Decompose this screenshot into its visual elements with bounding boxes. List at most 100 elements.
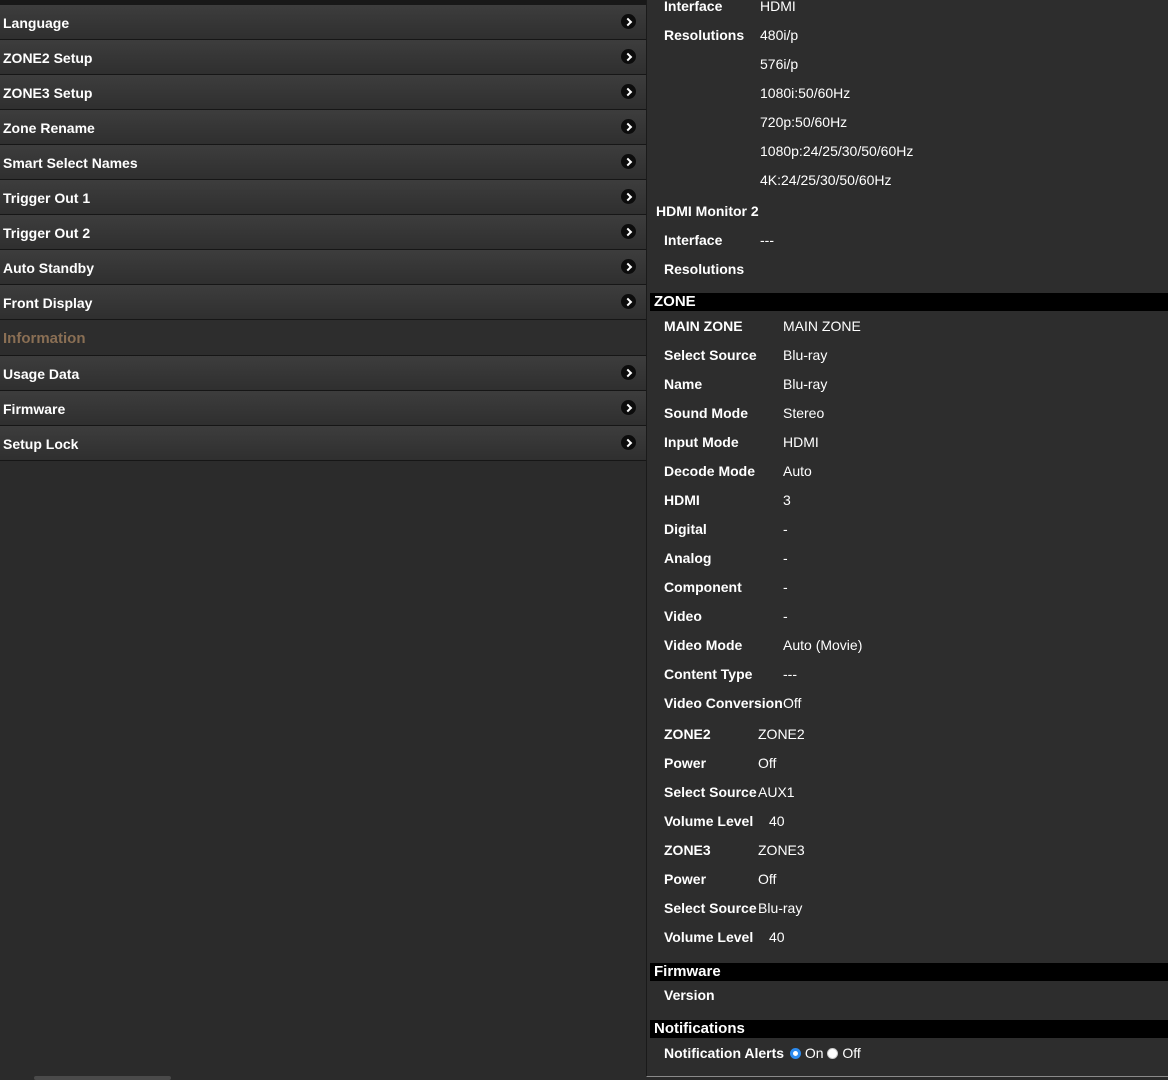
menu-item-auto-standby[interactable]: Auto Standby (0, 250, 646, 285)
info-key: Volume Level (664, 929, 754, 945)
menu-item-label: Front Display (3, 295, 93, 311)
info-value: ZONE3 (758, 842, 805, 858)
info-value: 1080i:50/60Hz (760, 85, 851, 101)
setup-menu: Language ZONE2 Setup ZONE3 Setup Zone Re… (0, 0, 646, 1080)
info-key: HDMI (664, 492, 700, 508)
chevron-right-icon (621, 14, 636, 29)
chevron-right-icon (621, 365, 636, 380)
info-key: Component (664, 579, 742, 595)
info-value: 40 (769, 929, 785, 945)
chevron-right-icon (621, 224, 636, 239)
menu-item-front-display[interactable]: Front Display (0, 285, 646, 320)
zone-section-bar: ZONE (650, 293, 1168, 311)
info-value: HDMI (783, 434, 819, 450)
info-value: Auto (Movie) (783, 637, 863, 653)
info-value: Blu-ray (758, 900, 803, 916)
info-value: Off (758, 871, 777, 887)
chevron-right-icon (621, 84, 636, 99)
menu-item-label: Usage Data (3, 366, 80, 382)
info-value: 3 (783, 492, 791, 508)
chevron-right-icon (621, 154, 636, 169)
menu-item-zone3-setup[interactable]: ZONE3 Setup (0, 75, 646, 110)
info-key: Digital (664, 521, 707, 537)
menu-item-label: ZONE3 Setup (3, 85, 93, 101)
info-key: Power (664, 755, 707, 771)
section-title: Firmware (654, 963, 721, 980)
info-key: Video Mode (664, 637, 743, 653)
info-value: ZONE2 (758, 726, 805, 742)
info-key: Analog (664, 550, 712, 566)
info-key: MAIN ZONE (664, 318, 743, 334)
menu-item-zone2-setup[interactable]: ZONE2 Setup (0, 40, 646, 75)
info-key: Select Source (664, 784, 757, 800)
menu-item-label: Smart Select Names (3, 155, 138, 171)
chevron-right-icon (621, 400, 636, 415)
info-value: Off (783, 695, 802, 711)
info-key: Resolutions (664, 261, 745, 277)
menu-item-firmware[interactable]: Firmware (0, 391, 646, 426)
chevron-right-icon (621, 294, 636, 309)
menu-item-label: Auto Standby (3, 260, 94, 276)
menu-item-language[interactable]: Language (0, 5, 646, 40)
chevron-right-icon (621, 189, 636, 204)
menu-item-smart-select-names[interactable]: Smart Select Names (0, 145, 646, 180)
info-value: Blu-ray (783, 376, 828, 392)
info-value: - (783, 550, 788, 566)
info-key: Content Type (664, 666, 753, 682)
horizontal-scrollbar[interactable] (34, 1076, 171, 1080)
info-key: Resolutions (664, 27, 745, 43)
info-key: Version (664, 987, 715, 1003)
info-value: 4K:24/25/30/50/60Hz (760, 172, 892, 188)
usage-data-panel: Interface HDMI Resolutions 480i/p 576i/p… (646, 0, 1168, 1077)
menu-item-label: Language (3, 15, 70, 31)
menu-item-trigger-out-2[interactable]: Trigger Out 2 (0, 215, 646, 250)
menu-item-label: ZONE2 Setup (3, 50, 93, 66)
notifications-on-radio[interactable] (790, 1048, 801, 1059)
info-value: - (783, 521, 788, 537)
menu-item-label: Setup Lock (3, 436, 79, 452)
info-key: Input Mode (664, 434, 739, 450)
info-value: 720p:50/60Hz (760, 114, 848, 130)
info-key: Select Source (664, 347, 757, 363)
info-key: Interface (664, 0, 723, 14)
notifications-off-radio[interactable] (827, 1048, 839, 1059)
info-key: Sound Mode (664, 405, 748, 421)
info-value: 576i/p (760, 56, 799, 72)
menu-item-label: Firmware (3, 401, 66, 417)
info-value: Off (758, 755, 777, 771)
radio-off-label: Off (842, 1045, 861, 1061)
firmware-section-bar: Firmware (650, 963, 1168, 981)
section-title: ZONE (654, 293, 696, 310)
chevron-right-icon (621, 259, 636, 274)
info-value: AUX1 (758, 784, 795, 800)
info-key: Notification Alerts (664, 1045, 785, 1061)
section-header-label: Information (3, 330, 86, 347)
info-key: Interface (664, 232, 723, 248)
menu-item-usage-data[interactable]: Usage Data (0, 356, 646, 391)
info-value: Stereo (783, 405, 825, 421)
menu-item-label: Zone Rename (3, 120, 95, 136)
info-value: HDMI (760, 0, 796, 14)
info-key: Power (664, 871, 707, 887)
info-key: Video Conversion (664, 695, 783, 711)
menu-item-trigger-out-1[interactable]: Trigger Out 1 (0, 180, 646, 215)
info-key: ZONE2 (664, 726, 711, 742)
info-key: Select Source (664, 900, 757, 916)
radio-on-label: On (804, 1045, 824, 1061)
section-title: Notifications (654, 1020, 745, 1037)
notification-alerts-options: On Off (790, 1043, 861, 1063)
info-value: 480i/p (760, 27, 799, 43)
menu-item-label: Trigger Out 2 (3, 225, 91, 241)
menu-item-setup-lock[interactable]: Setup Lock (0, 426, 646, 461)
menu-item-label: Trigger Out 1 (3, 190, 91, 206)
chevron-right-icon (621, 119, 636, 134)
info-value: MAIN ZONE (783, 318, 861, 334)
info-key: Name (664, 376, 703, 392)
menu-section-header: Information (0, 320, 646, 356)
info-value: --- (783, 666, 797, 682)
info-value: --- (760, 232, 774, 248)
info-value: 40 (769, 813, 785, 829)
menu-item-zone-rename[interactable]: Zone Rename (0, 110, 646, 145)
info-value: 1080p:24/25/30/50/60Hz (760, 143, 914, 159)
notifications-section-bar: Notifications (650, 1020, 1168, 1038)
